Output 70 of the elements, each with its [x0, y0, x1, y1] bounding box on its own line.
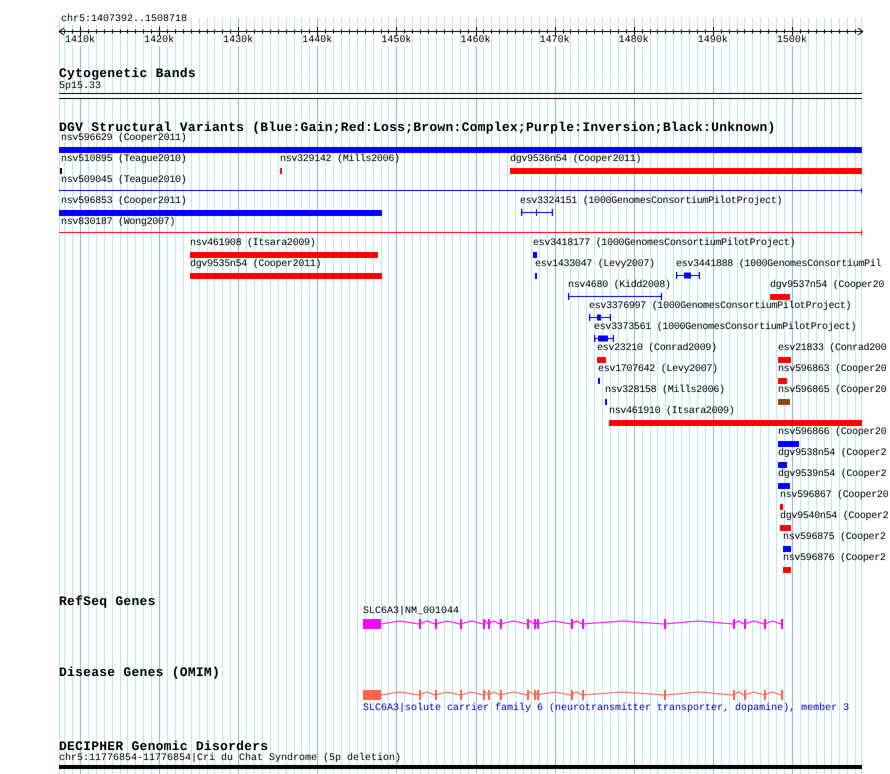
variant-label[interactable]: dgv9536n54 (Cooper2011) — [510, 155, 642, 165]
variant-label[interactable]: nsv461908 (Itsara2009) — [190, 239, 316, 249]
variant-bar[interactable] — [780, 525, 791, 531]
track-title: RefSeq Genes — [59, 596, 156, 608]
track-title: Disease Genes (OMIM) — [59, 667, 220, 679]
ruler-title: chr5:1407392..1508718 — [61, 15, 188, 25]
variant-bar[interactable] — [778, 462, 787, 468]
variant-label[interactable]: dgv9539n54 (Cooper2 — [778, 470, 886, 480]
tick-label: 1500k — [776, 36, 807, 46]
variant-label[interactable]: nsv596876 (Cooper2 — [783, 554, 886, 564]
variant-bar[interactable] — [190, 252, 378, 258]
tick-label: 1420k — [144, 36, 174, 46]
variant-label[interactable]: nsv510895 (Teague2010) — [61, 155, 186, 165]
variant-label[interactable]: dgv9535n54 (Cooper2011) — [190, 260, 322, 270]
variant-bar[interactable] — [609, 420, 862, 426]
tick-label: 1460k — [460, 36, 490, 46]
tick-label: 1480k — [618, 36, 649, 46]
variant-bar[interactable] — [778, 441, 799, 447]
variant-label[interactable]: esv3418177 (1000GenomesConsortiumPilotProject) — [533, 239, 796, 249]
variant-label[interactable]: nsv329142 (Mills2006) — [280, 155, 400, 165]
tick-label: 1490k — [698, 36, 728, 46]
variant-bar[interactable] — [510, 168, 862, 174]
tick-label: 1430k — [223, 36, 254, 46]
variant-label[interactable]: esv3441888 (1000GenomesConsortiumPil — [676, 260, 882, 270]
band-label: 5p15.33 — [59, 82, 102, 92]
variant-label[interactable]: nsv830187 (Wong2007) — [61, 218, 176, 228]
disorder-label[interactable]: chr5:11776854-11776854|Cri du Chat Syndrome (5p deletion) — [59, 754, 402, 764]
variant-bar[interactable] — [533, 252, 537, 258]
variant-label[interactable]: esv1707642 (Levy2007) — [598, 365, 718, 375]
variant-bar[interactable] — [190, 273, 382, 279]
variant-label[interactable]: esv3324151 (1000GenomesConsortiumPilotProject) — [520, 197, 782, 207]
gene-label[interactable]: SLC6A3|NM_001044 — [363, 607, 460, 617]
gene-link[interactable]: SLC6A3|solute carrier family 6 (neurotransmitter transporter, dopamine), member 3 — [363, 704, 850, 714]
variant-bar[interactable] — [783, 567, 791, 573]
tick-label: 1410k — [65, 36, 95, 46]
variant-label[interactable]: nsv328158 (Mills2006) — [605, 386, 725, 396]
variant-label[interactable]: nsv596875 (Cooper2 — [783, 533, 886, 543]
variant-label[interactable]: nsv596867 (Cooper20 — [780, 491, 888, 501]
variant-bar[interactable] — [783, 546, 791, 552]
variant-label[interactable]: dgv9537n54 (Cooper20 — [770, 281, 884, 291]
variant-bar[interactable] — [778, 483, 790, 489]
tick-label: 1440k — [302, 36, 332, 46]
variant-label[interactable]: esv21833 (Conrad200 — [778, 344, 886, 354]
variant-bar[interactable] — [778, 378, 787, 384]
variant-bar[interactable] — [770, 294, 790, 300]
variant-bar[interactable] — [780, 504, 783, 510]
variant-label[interactable]: nsv596853 (Cooper2011) — [61, 197, 186, 207]
track-title: DGV Structural Variants (Blue:Gain;Red:Loss;Brown:Complex;Purple:Inversion;Black:Unknown) — [59, 122, 776, 134]
track-title: DECIPHER Genomic Disorders — [59, 741, 268, 753]
variant-label[interactable]: nsv596865 (Cooper20 — [778, 386, 886, 396]
variant-bar[interactable] — [59, 147, 862, 153]
tick-label: 1450k — [381, 36, 412, 46]
variant-label[interactable]: nsv596629 (Cooper2011) — [61, 134, 186, 144]
variant-label[interactable]: nsv596866 (Cooper20 — [778, 428, 886, 438]
variant-bar[interactable] — [778, 357, 791, 363]
variant-label[interactable]: esv23210 (Conrad2009) — [597, 344, 717, 354]
variant-label[interactable]: nsv461910 (Itsara2009) — [609, 407, 734, 417]
variant-label[interactable]: esv3373561 (1000GenomesConsortiumPilotProject) — [594, 323, 856, 333]
variant-label[interactable]: dgv9538n54 (Cooper2 — [778, 449, 886, 459]
variant-label[interactable]: nsv4680 (Kidd2008) — [568, 281, 671, 291]
variant-bar[interactable] — [59, 210, 382, 216]
track-title: Cytogenetic Bands — [59, 68, 196, 80]
variant-label[interactable]: nsv596863 (Cooper20 — [778, 365, 886, 375]
variant-label[interactable]: esv1433047 (Levy2007) — [535, 260, 655, 270]
variant-label[interactable]: nsv509045 (Teague2010) — [61, 176, 186, 186]
variant-bar[interactable] — [778, 399, 790, 405]
variant-bar[interactable] — [597, 357, 606, 363]
tick-label: 1470k — [540, 36, 570, 46]
variant-label[interactable]: esv3376997 (1000GenomesConsortiumPilotProject) — [589, 302, 852, 312]
variant-label[interactable]: dgv9540n54 (Cooper2 — [780, 512, 888, 522]
